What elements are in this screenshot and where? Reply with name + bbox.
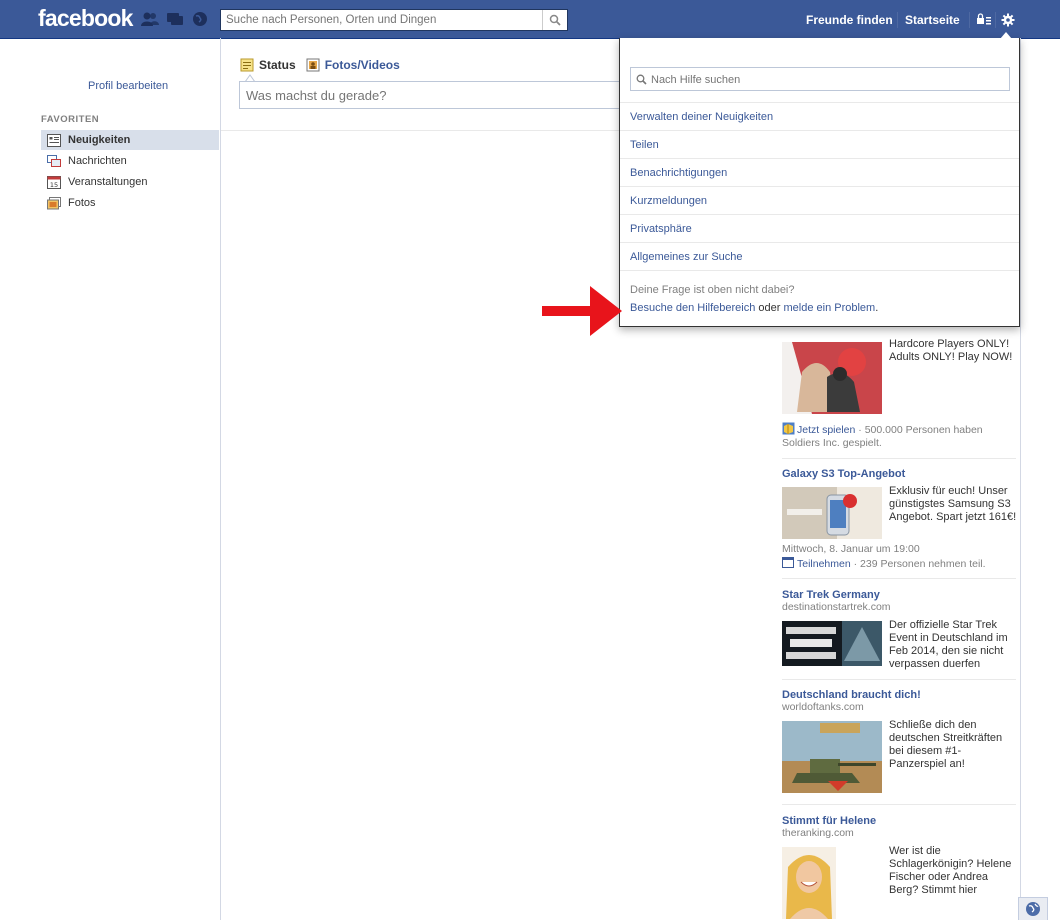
divider	[969, 12, 970, 28]
help-item-notifications[interactable]: Benachrichtigungen	[620, 158, 1019, 186]
ad-world-of-tanks[interactable]: Deutschland braucht dich! worldoftanks.c…	[782, 689, 1016, 804]
help-footer-end: .	[875, 302, 879, 314]
edit-profile-link[interactable]: Profil bearbeiten	[88, 80, 168, 92]
ad-text: Exklusiv für euch! Unser günstigstes Sam…	[889, 485, 1017, 523]
news-feed-icon	[47, 133, 61, 147]
ad-image[interactable]	[782, 621, 882, 669]
visit-help-center-link[interactable]: Besuche den Hilfebereich	[630, 302, 755, 314]
sidebar-item-label: Veranstaltungen	[68, 176, 148, 188]
ad-title[interactable]: Stimmt für Helene	[782, 815, 1016, 827]
search-icon	[636, 74, 647, 85]
calendar-icon	[782, 557, 794, 568]
ad-title[interactable]: Deutschland braucht dich!	[782, 689, 1016, 701]
game-icon	[782, 422, 795, 435]
search-button[interactable]	[542, 10, 567, 30]
ad-join-link[interactable]: Teilnehmen	[797, 558, 851, 570]
right-column-border	[1020, 38, 1021, 920]
ad-title[interactable]: Star Trek Germany	[782, 589, 1016, 601]
ad-text: Der offizielle Star Trek Event in Deutsc…	[889, 619, 1008, 670]
ad-url: worldoftanks.com	[782, 701, 864, 713]
left-sidebar: Profil bearbeiten FAVORITEN Neuigkeiten …	[0, 38, 221, 920]
ad-url: theranking.com	[782, 827, 854, 839]
ad-url: destinationstartrek.com	[782, 601, 891, 613]
tab-photos-label: Fotos/Videos	[324, 58, 400, 72]
red-arrow-annotation	[542, 286, 622, 336]
sidebar-item-label: Neuigkeiten	[68, 134, 131, 146]
ad-play-link[interactable]: Jetzt spielen	[797, 424, 855, 436]
help-search-input[interactable]	[649, 68, 1003, 92]
sidebar-item-label: Fotos	[68, 197, 96, 209]
friend-requests-icon[interactable]	[141, 11, 159, 27]
tab-status[interactable]: Status	[240, 58, 296, 72]
status-icon	[240, 58, 254, 72]
calendar-icon: 15	[47, 175, 61, 189]
ad-social: Teilnehmen · 239 Personen nehmen teil.	[782, 557, 1012, 571]
help-question-text: Deine Frage ist oben nicht dabei?	[630, 284, 795, 296]
help-footer: Besuche den Hilfebereich oder melde ein …	[630, 302, 878, 314]
gear-icon[interactable]	[1001, 13, 1019, 29]
privacy-lock-icon[interactable]	[976, 13, 994, 29]
ad-image[interactable]	[782, 847, 836, 922]
sidebar-item-news-feed[interactable]: Neuigkeiten	[41, 130, 219, 150]
help-item-search-general[interactable]: Allgemeines zur Suche	[620, 242, 1019, 270]
sidebar-item-messages[interactable]: Nachrichten	[41, 151, 219, 171]
divider	[995, 12, 996, 28]
ad-star-trek[interactable]: Star Trek Germany destinationstartrek.co…	[782, 589, 1016, 679]
ad-soldiers-inc[interactable]: Hardcore Players ONLY! Adults ONLY! Play…	[782, 338, 1016, 452]
search-icon	[549, 14, 561, 26]
divider	[782, 679, 1016, 680]
divider	[782, 578, 1016, 579]
divider	[620, 270, 1019, 271]
help-footer-mid: oder	[755, 302, 784, 314]
help-dropdown-menu: Verwalten deiner Neuigkeiten Teilen Bena…	[619, 32, 1020, 327]
search-field[interactable]	[220, 9, 568, 31]
tab-status-label: Status	[259, 58, 296, 72]
report-problem-link[interactable]: melde ein Problem	[784, 302, 876, 314]
svg-text:15: 15	[50, 181, 58, 189]
find-friends-link[interactable]: Freunde finden	[806, 13, 893, 27]
messages-icon	[47, 154, 61, 167]
favorites-header: FAVORITEN	[41, 114, 100, 125]
top-bar: facebook Freunde finden Startseite	[0, 0, 1060, 39]
sidebar-item-events[interactable]: 15 Veranstaltungen	[41, 172, 219, 192]
help-item-ticker[interactable]: Kurzmeldungen	[620, 186, 1019, 214]
facebook-logo[interactable]: facebook	[38, 5, 133, 32]
ad-text: Wer ist die Schlagerkönigin? Helene Fisc…	[889, 845, 1012, 896]
dropdown-pointer	[1000, 32, 1012, 39]
ad-image[interactable]	[782, 342, 882, 417]
notifications-globe-icon[interactable]	[191, 11, 209, 27]
divider	[782, 458, 1016, 459]
help-item-privacy[interactable]: Privatsphäre	[620, 214, 1019, 242]
ad-image[interactable]	[782, 721, 882, 796]
tab-photos-videos[interactable]: Fotos/Videos	[306, 58, 400, 72]
messages-icon[interactable]	[166, 11, 184, 27]
chat-sidebar-button[interactable]	[1018, 897, 1048, 920]
ad-text: Schließe dich den deutschen Streitkräfte…	[889, 719, 1003, 770]
sidebar-item-label: Nachrichten	[68, 155, 127, 167]
home-link[interactable]: Startseite	[905, 13, 960, 27]
photos-icon	[47, 196, 61, 209]
ad-galaxy-s3[interactable]: Galaxy S3 Top-Angebot Exklusiv für euch!…	[782, 468, 1016, 578]
search-input[interactable]	[221, 10, 553, 30]
photo-video-icon	[306, 58, 320, 72]
ad-helene[interactable]: Stimmt für Helene theranking.com Wer ist…	[782, 815, 1016, 920]
divider	[897, 12, 898, 28]
sidebar-item-photos[interactable]: Fotos	[41, 193, 219, 213]
globe-icon	[1026, 902, 1040, 916]
divider	[782, 804, 1016, 805]
ad-event-date: Mittwoch, 8. Januar um 19:00	[782, 543, 920, 555]
help-search-field[interactable]	[630, 67, 1010, 92]
composer-tabs: Status Fotos/Videos	[240, 57, 410, 73]
ad-social: Jetzt spielen · 500.000 Personen haben S…	[782, 422, 1002, 450]
ad-text: Hardcore Players ONLY! Adults ONLY! Play…	[889, 338, 1013, 363]
help-item-manage-news-feed[interactable]: Verwalten deiner Neuigkeiten	[620, 102, 1019, 130]
ad-social-text: · 239 Personen nehmen teil.	[850, 558, 986, 570]
ad-title[interactable]: Galaxy S3 Top-Angebot	[782, 468, 1016, 480]
ad-image[interactable]	[782, 487, 882, 542]
help-item-sharing[interactable]: Teilen	[620, 130, 1019, 158]
